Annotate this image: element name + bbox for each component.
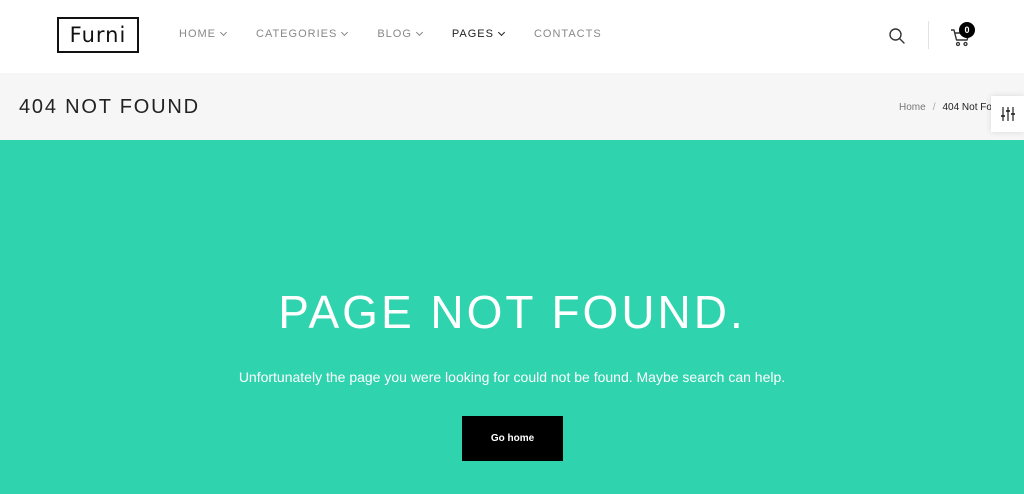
not-found-heading: PAGE NOT FOUND. bbox=[278, 286, 746, 338]
chevron-down-icon bbox=[415, 28, 423, 37]
chevron-down-icon bbox=[341, 28, 349, 37]
nav-blog[interactable]: BLOG bbox=[377, 28, 423, 40]
header-divider bbox=[928, 21, 929, 49]
nav-pages-label: PAGES bbox=[451, 28, 494, 40]
nav-contacts-label: CONTACTS bbox=[533, 28, 602, 40]
nav-categories[interactable]: CATEGORIES bbox=[256, 28, 349, 40]
nav-pages[interactable]: PAGES bbox=[451, 28, 506, 40]
sliders-icon bbox=[1000, 107, 1015, 121]
main-nav: HOME CATEGORIES BLOG PAGES CONTACTS bbox=[179, 28, 632, 40]
logo[interactable]: Furni bbox=[57, 17, 139, 53]
breadcrumb-current: 404 Not Fo bbox=[942, 102, 992, 113]
go-home-button[interactable]: Go home bbox=[462, 416, 563, 461]
breadcrumb-home-link[interactable]: Home bbox=[899, 102, 926, 113]
nav-blog-label: BLOG bbox=[377, 28, 412, 40]
nav-categories-label: CATEGORIES bbox=[256, 28, 338, 40]
cart-count-badge: 0 bbox=[959, 22, 975, 38]
page-title: 404 NOT FOUND bbox=[19, 96, 200, 118]
filter-panel-toggle[interactable] bbox=[991, 96, 1024, 132]
breadcrumb: Home / 404 Not Fo bbox=[899, 102, 992, 113]
nav-home[interactable]: HOME bbox=[179, 28, 228, 40]
chevron-down-icon bbox=[497, 28, 506, 37]
nav-home-label: HOME bbox=[179, 28, 216, 40]
search-icon[interactable] bbox=[888, 27, 906, 45]
site-header: Furni HOME CATEGORIES BLOG PAGES CONTACT… bbox=[0, 0, 1024, 73]
not-found-message: Unfortunately the page you were looking … bbox=[238, 369, 786, 385]
breadcrumb-separator: / bbox=[932, 102, 936, 113]
not-found-hero: PAGE NOT FOUND. Unfortunately the page y… bbox=[0, 140, 1024, 494]
nav-contacts[interactable]: CONTACTS bbox=[534, 28, 602, 40]
breadcrumb-bar: 404 NOT FOUND Home / 404 Not Fo bbox=[0, 73, 1024, 140]
chevron-down-icon bbox=[219, 28, 228, 37]
